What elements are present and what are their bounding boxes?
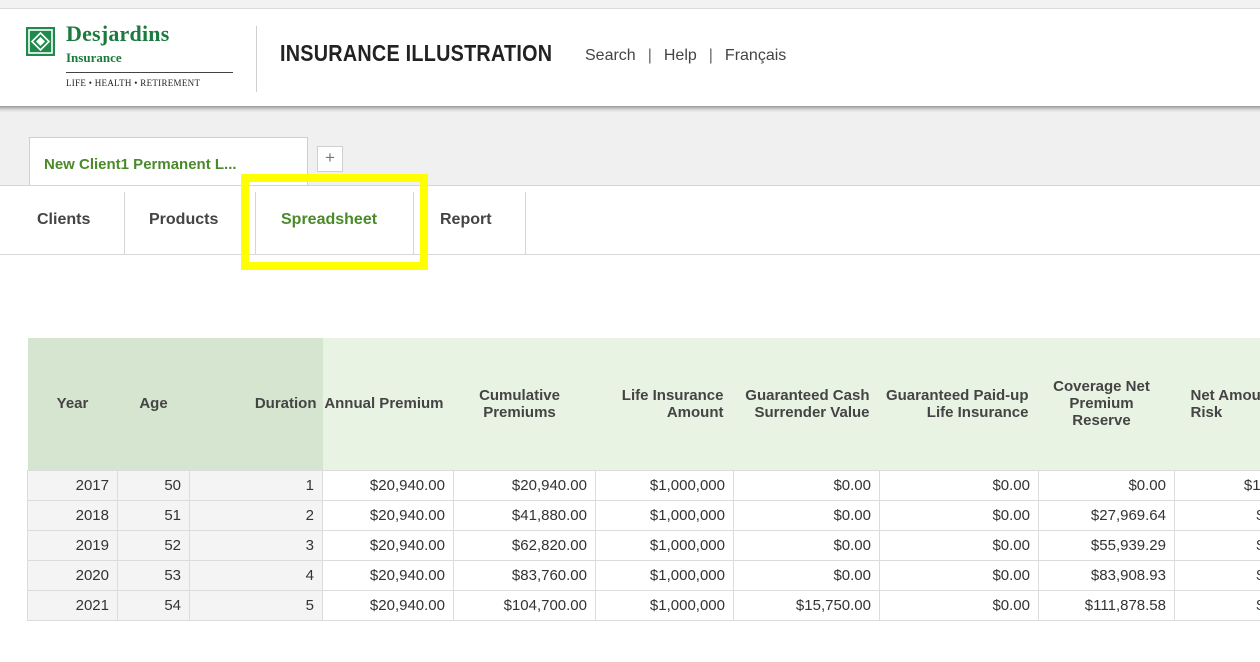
subnav-products[interactable]: Products	[149, 186, 218, 254]
table-cell[interactable]: $62,820.00	[453, 529, 596, 561]
table-cell[interactable]: $20,940.00	[322, 559, 454, 591]
table-cell[interactable]: $0.00	[879, 589, 1039, 621]
table-cell[interactable]: $972,030	[1174, 499, 1260, 531]
table-cell[interactable]: $20,940.00	[322, 589, 454, 621]
table-cell[interactable]: $1,000,000	[595, 589, 734, 621]
subnav-divider	[525, 192, 526, 254]
table-cell[interactable]: $104,700.00	[453, 589, 596, 621]
subnav-report[interactable]: Report	[440, 186, 492, 254]
table-cell[interactable]: $15,750.00	[733, 589, 880, 621]
table-cell[interactable]: $0.00	[733, 529, 880, 561]
table-cell[interactable]: 3	[189, 529, 323, 561]
col-header-age[interactable]: Age	[117, 338, 190, 470]
brand-sub: Insurance	[66, 50, 122, 65]
col-header-net-amount-at-risk[interactable]: Net Amount at Risk	[1174, 338, 1260, 470]
brand-tagline: LIFE • HEALTH • RETIREMENT	[66, 78, 201, 88]
table-cell[interactable]: $0.00	[879, 529, 1039, 561]
client-tab-label: New Client1 Permanent L...	[44, 156, 237, 173]
table-cell[interactable]: 51	[117, 499, 190, 531]
table-cell[interactable]: $111,878.58	[1038, 589, 1175, 621]
col-header-guaranteed-paid-up-life-insurance[interactable]: Guaranteed Paid-up Life Insurance	[879, 338, 1039, 470]
language-link[interactable]: Français	[725, 47, 786, 64]
table-cell[interactable]: $1,000,000	[1174, 469, 1260, 501]
spreadsheet-table-container[interactable]: Year Age Duration Annual Premium Cumulat…	[27, 338, 1260, 662]
add-tab-button[interactable]: +	[317, 146, 343, 172]
brand-rule	[66, 72, 233, 73]
desjardins-logo-icon[interactable]	[26, 27, 55, 56]
browser-top-strip	[0, 0, 1260, 9]
table-cell[interactable]: 52	[117, 529, 190, 561]
table-cell[interactable]: $0.00	[1038, 469, 1175, 501]
header-divider	[256, 26, 257, 92]
table-row: 2019 52 3 $20,940.00 $62,820.00 $1,000,000 $0.…	[27, 529, 1260, 561]
table-cell[interactable]: 2	[189, 499, 323, 531]
col-header-life-insurance-amount[interactable]: Life Insurance Amount	[595, 338, 734, 470]
table-cell[interactable]: 2021	[27, 589, 118, 621]
table-row: 2020 53 4 $20,940.00 $83,760.00 $1,000,000 $0.…	[27, 559, 1260, 591]
link-separator: |	[647, 47, 652, 64]
sub-navigation: Clients Products Spreadsheet Report	[0, 186, 1260, 255]
table-cell[interactable]: $1,000,000	[595, 559, 734, 591]
table-cell[interactable]: 2017	[27, 469, 118, 501]
brand-name: Desjardins	[66, 21, 170, 46]
table-row: 2018 51 2 $20,940.00 $41,880.00 $1,000,000 $0.…	[27, 499, 1260, 531]
link-separator: |	[708, 47, 713, 64]
table-cell[interactable]: 50	[117, 469, 190, 501]
col-header-coverage-net-premium-reserve[interactable]: Coverage Net Premium Reserve	[1038, 338, 1175, 470]
table-cell[interactable]: $20,940.00	[453, 469, 596, 501]
table-cell[interactable]: 4	[189, 559, 323, 591]
table-cell[interactable]: $944,061	[1174, 529, 1260, 561]
table-cell[interactable]: $916,091	[1174, 559, 1260, 591]
subnav-divider	[124, 192, 125, 254]
table-cell[interactable]: $0.00	[879, 469, 1039, 501]
col-header-guaranteed-cash-surrender-value[interactable]: Guaranteed Cash Surrender Value	[733, 338, 880, 470]
table-cell[interactable]: $0.00	[879, 499, 1039, 531]
table-cell[interactable]: $0.00	[733, 559, 880, 591]
table-cell[interactable]: $55,939.29	[1038, 529, 1175, 561]
table-cell[interactable]: $0.00	[733, 499, 880, 531]
table-cell[interactable]: $41,880.00	[453, 499, 596, 531]
col-header-year[interactable]: Year	[27, 338, 118, 470]
table-row: 2017 50 1 $20,940.00 $20,940.00 $1,000,000 $0.…	[27, 469, 1260, 501]
table-cell[interactable]: $83,760.00	[453, 559, 596, 591]
table-cell[interactable]: 2020	[27, 559, 118, 591]
table-cell[interactable]: 1	[189, 469, 323, 501]
col-header-cumulative-premiums[interactable]: Cumulative Premiums	[453, 338, 596, 470]
header-links: Search | Help | Français	[585, 47, 786, 65]
table-cell[interactable]: $1,000,000	[595, 469, 734, 501]
table-cell[interactable]: $0.00	[879, 559, 1039, 591]
col-header-annual-premium[interactable]: Annual Premium	[322, 338, 454, 470]
subnav-clients[interactable]: Clients	[37, 186, 90, 254]
table-cell[interactable]: $20,940.00	[322, 499, 454, 531]
col-header-duration[interactable]: Duration	[189, 338, 323, 470]
table-cell[interactable]: $1,000,000	[595, 499, 734, 531]
table-cell[interactable]: 54	[117, 589, 190, 621]
table-cell[interactable]: $888,121	[1174, 589, 1260, 621]
table-cell[interactable]: $20,940.00	[322, 469, 454, 501]
spreadsheet-highlight-box	[241, 174, 428, 270]
table-row: 2021 54 5 $20,940.00 $104,700.00 $1,000,000 $1…	[27, 589, 1260, 621]
table-cell[interactable]: $1,000,000	[595, 529, 734, 561]
search-link[interactable]: Search	[585, 47, 636, 64]
table-cell[interactable]: 53	[117, 559, 190, 591]
table-cell[interactable]: 5	[189, 589, 323, 621]
table-cell[interactable]: $83,908.93	[1038, 559, 1175, 591]
spreadsheet-table: Year Age Duration Annual Premium Cumulat…	[27, 338, 1260, 621]
table-cell[interactable]: $20,940.00	[322, 529, 454, 561]
table-cell[interactable]: 2018	[27, 499, 118, 531]
app-title: INSURANCE ILLUSTRATION	[280, 40, 553, 66]
table-cell[interactable]: $0.00	[733, 469, 880, 501]
table-cell[interactable]: 2019	[27, 529, 118, 561]
table-cell[interactable]: $27,969.64	[1038, 499, 1175, 531]
help-link[interactable]: Help	[664, 47, 697, 64]
